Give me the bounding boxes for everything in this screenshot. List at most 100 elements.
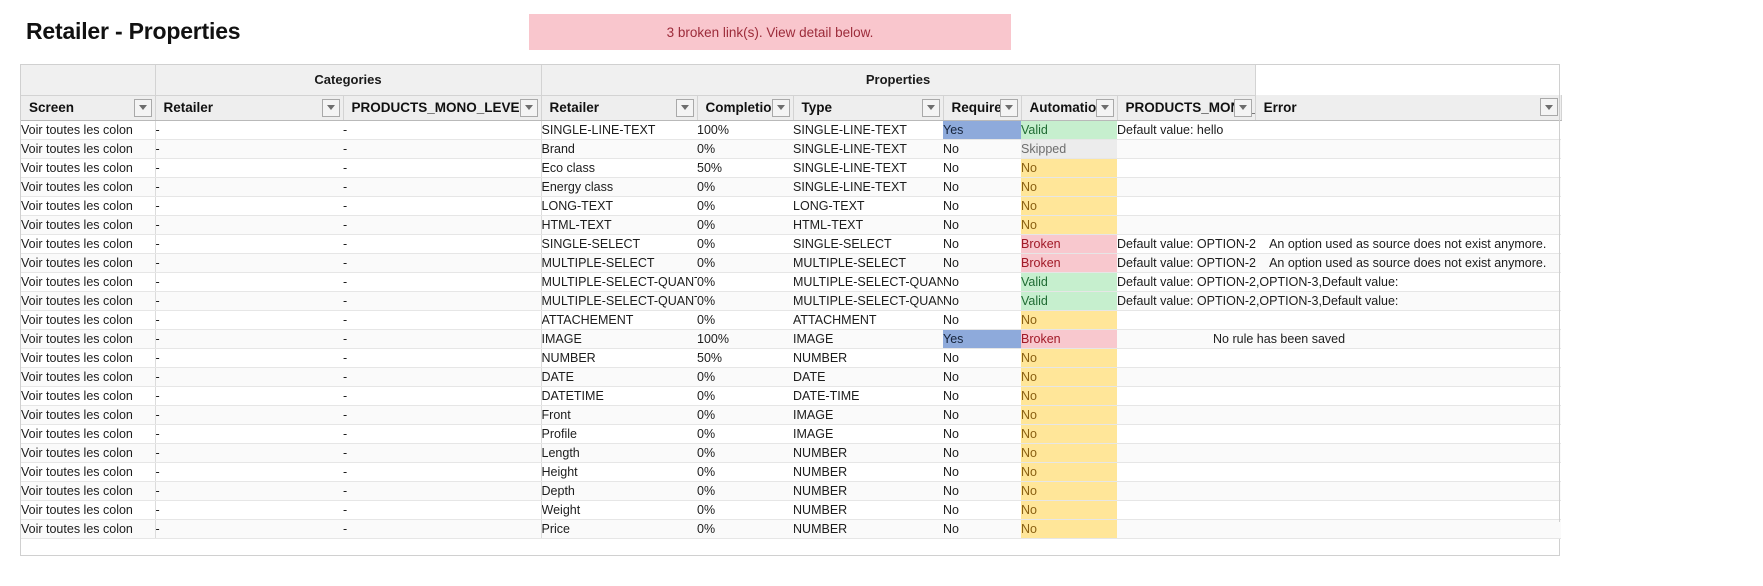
- table-row[interactable]: Voir toutes les colon--Brand0%SINGLE-LIN…: [21, 139, 1561, 158]
- column-header-prop_retailer[interactable]: Retailer: [541, 95, 697, 120]
- cell-screen: Voir toutes les colon: [21, 272, 155, 291]
- column-header-label: Retailer: [542, 100, 697, 115]
- cell-property-retailer: MULTIPLE-SELECT-QUANTI: [541, 272, 697, 291]
- column-header-completion[interactable]: Completion: [697, 95, 793, 120]
- filter-chevron-down-icon[interactable]: [322, 99, 340, 117]
- cell-screen: Voir toutes les colon: [21, 348, 155, 367]
- cell-property-retailer: HTML-TEXT: [541, 215, 697, 234]
- cell-screen: Voir toutes les colon: [21, 481, 155, 500]
- cell-required: No: [943, 481, 1021, 500]
- cell-error: [1255, 158, 1561, 177]
- filter-chevron-down-icon[interactable]: [1540, 98, 1558, 116]
- cell-property-retailer: MULTIPLE-SELECT-QUANTI: [541, 291, 697, 310]
- cell-completion: 0%: [697, 519, 793, 538]
- cell-error: [1255, 386, 1561, 405]
- cell-required: No: [943, 234, 1021, 253]
- table-row[interactable]: Voir toutes les colon--SINGLE-SELECT0%SI…: [21, 234, 1561, 253]
- table-row[interactable]: Voir toutes les colon--Eco class50%SINGL…: [21, 158, 1561, 177]
- table-row[interactable]: Voir toutes les colon--MULTIPLE-SELECT0%…: [21, 253, 1561, 272]
- table-row[interactable]: Voir toutes les colon--HTML-TEXT0%HTML-T…: [21, 215, 1561, 234]
- table-row[interactable]: Voir toutes les colon--Length0%NUMBERNoN…: [21, 443, 1561, 462]
- cell-automation-status: No: [1021, 386, 1117, 405]
- column-header-type[interactable]: Type: [793, 95, 943, 120]
- cell-screen: Voir toutes les colon: [21, 139, 155, 158]
- column-header-automation[interactable]: Automation: [1021, 95, 1117, 120]
- table-row[interactable]: Voir toutes les colon--Depth0%NUMBERNoNo: [21, 481, 1561, 500]
- cell-category-products-mono-level: -: [343, 139, 541, 158]
- cell-error: [1255, 500, 1561, 519]
- cell-automation-status: Valid: [1021, 272, 1117, 291]
- cell-type: NUMBER: [793, 481, 943, 500]
- cell-screen: Voir toutes les colon: [21, 367, 155, 386]
- cell-required: No: [943, 196, 1021, 215]
- cell-type: MULTIPLE-SELECT-QUANTI: [793, 272, 943, 291]
- cell-products-mono-li: [1117, 424, 1255, 443]
- table-row[interactable]: Voir toutes les colon--Energy class0%SIN…: [21, 177, 1561, 196]
- cell-automation-status: No: [1021, 500, 1117, 519]
- cell-type: SINGLE-LINE-TEXT: [793, 139, 943, 158]
- cell-products-mono-li: [1117, 386, 1255, 405]
- table-row[interactable]: Voir toutes les colon--MULTIPLE-SELECT-Q…: [21, 291, 1561, 310]
- cell-completion: 50%: [697, 158, 793, 177]
- table-row[interactable]: Voir toutes les colon--Weight0%NUMBERNoN…: [21, 500, 1561, 519]
- table-row[interactable]: Voir toutes les colon--Front0%IMAGENoNo: [21, 405, 1561, 424]
- cell-screen: Voir toutes les colon: [21, 500, 155, 519]
- column-header-label: Retailer: [156, 100, 343, 115]
- cell-screen: Voir toutes les colon: [21, 158, 155, 177]
- error-message: An option used as source does not exist …: [1255, 235, 1546, 253]
- cell-required: No: [943, 215, 1021, 234]
- column-header-products_mono_li[interactable]: PRODUCTS_MONO_LI: [1117, 95, 1255, 120]
- cell-property-retailer: Height: [541, 462, 697, 481]
- cell-type: NUMBER: [793, 443, 943, 462]
- table-row[interactable]: Voir toutes les colon--NUMBER50%NUMBERNo…: [21, 348, 1561, 367]
- cell-category-retailer: -: [155, 139, 343, 158]
- cell-completion: 0%: [697, 405, 793, 424]
- cell-automation-status: No: [1021, 443, 1117, 462]
- cell-type: NUMBER: [793, 500, 943, 519]
- cell-category-products-mono-level: -: [343, 500, 541, 519]
- cell-type: HTML-TEXT: [793, 215, 943, 234]
- filter-chevron-down-icon[interactable]: [1000, 99, 1018, 117]
- table-row[interactable]: Voir toutes les colon--DATETIME0%DATE-TI…: [21, 386, 1561, 405]
- table-row[interactable]: Voir toutes les colon--DATE0%DATENoNo: [21, 367, 1561, 386]
- cell-type: SINGLE-LINE-TEXT: [793, 177, 943, 196]
- cell-error: [1255, 443, 1561, 462]
- table-row[interactable]: Voir toutes les colon--Height0%NUMBERNoN…: [21, 462, 1561, 481]
- table-row[interactable]: Voir toutes les colon--Price0%NUMBERNoNo: [21, 519, 1561, 538]
- table-row[interactable]: Voir toutes les colon--ATTACHEMENT0%ATTA…: [21, 310, 1561, 329]
- table-row[interactable]: Voir toutes les colon--MULTIPLE-SELECT-Q…: [21, 272, 1561, 291]
- cell-automation-status: No: [1021, 177, 1117, 196]
- column-header-cat_products_mono_level[interactable]: PRODUCTS_MONO_LEVEL: [343, 95, 541, 120]
- column-header-error[interactable]: Error: [1255, 95, 1561, 120]
- column-header-label: PRODUCTS_MONO_LEVEL: [344, 100, 541, 115]
- filter-chevron-down-icon[interactable]: [520, 99, 538, 117]
- cell-category-retailer: -: [155, 481, 343, 500]
- cell-products-mono-li: [1117, 500, 1255, 519]
- cell-error: [1255, 139, 1561, 158]
- table-row[interactable]: Voir toutes les colon--SINGLE-LINE-TEXT1…: [21, 120, 1561, 139]
- chevron-down-glyph: [681, 105, 689, 110]
- cell-automation-status: No: [1021, 424, 1117, 443]
- table-row[interactable]: Voir toutes les colon--IMAGE100%IMAGEYes…: [21, 329, 1561, 348]
- column-group-properties: Properties: [541, 65, 1255, 95]
- cell-category-retailer: -: [155, 386, 343, 405]
- filter-chevron-down-icon[interactable]: [1234, 99, 1252, 117]
- cell-category-retailer: -: [155, 348, 343, 367]
- cell-error: [1255, 519, 1561, 538]
- filter-chevron-down-icon[interactable]: [676, 99, 694, 117]
- filter-chevron-down-icon[interactable]: [922, 99, 940, 117]
- filter-chevron-down-icon[interactable]: [1096, 99, 1114, 117]
- filter-chevron-down-icon[interactable]: [134, 99, 152, 117]
- filter-chevron-down-icon[interactable]: [772, 99, 790, 117]
- table-row[interactable]: Voir toutes les colon--Profile0%IMAGENoN…: [21, 424, 1561, 443]
- cell-completion: 0%: [697, 367, 793, 386]
- cell-automation-status: No: [1021, 519, 1117, 538]
- column-header-screen[interactable]: Screen: [21, 95, 155, 120]
- column-header-required[interactable]: Required: [943, 95, 1021, 120]
- cell-screen: Voir toutes les colon: [21, 519, 155, 538]
- cell-error: [1255, 215, 1561, 234]
- cell-property-retailer: Front: [541, 405, 697, 424]
- table-row[interactable]: Voir toutes les colon--LONG-TEXT0%LONG-T…: [21, 196, 1561, 215]
- column-header-cat_retailer[interactable]: Retailer: [155, 95, 343, 120]
- cell-type: IMAGE: [793, 329, 943, 348]
